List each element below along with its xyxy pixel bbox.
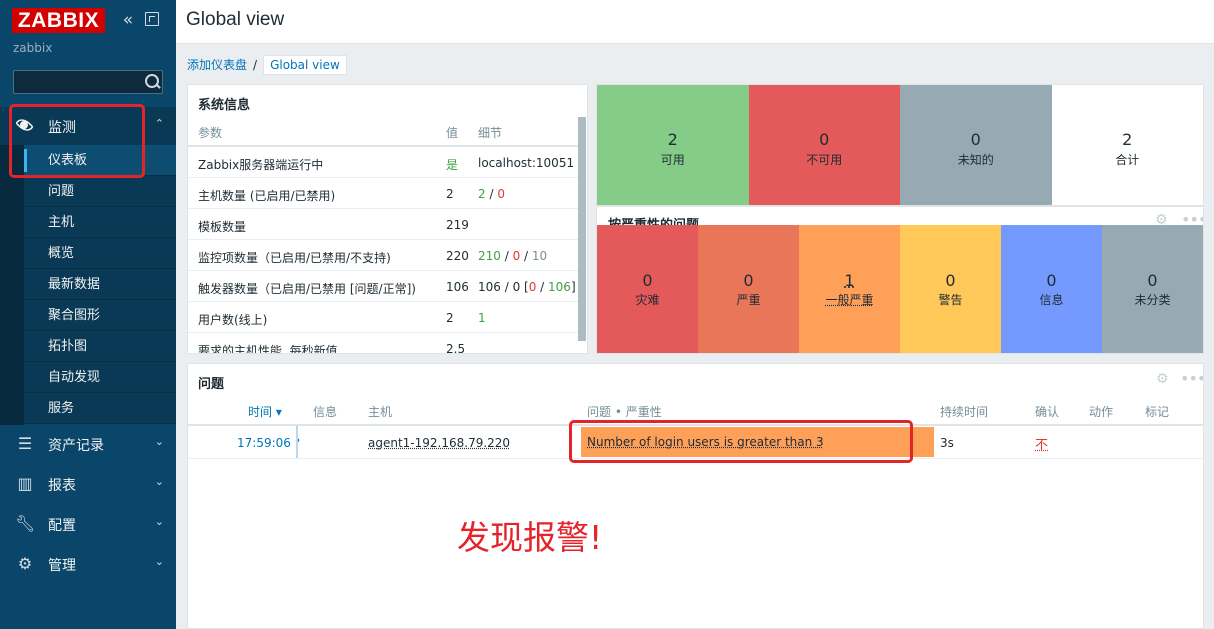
scrollbar[interactable] bbox=[578, 117, 586, 341]
column-header-detail: 细节 bbox=[478, 126, 503, 140]
zabbix-logo[interactable]: ZABBIX bbox=[12, 8, 105, 33]
system-info-table: 参数 值 细节 Zabbix服务器端运行中 是 localhost:10051 … bbox=[188, 115, 578, 353]
problem-time-link[interactable]: 17:59:06 bbox=[237, 436, 291, 450]
host-availability-unknown[interactable]: 0 未知的 bbox=[900, 85, 1052, 205]
menu-inventory[interactable]: ☰ 资产记录 ⌄ bbox=[0, 425, 176, 463]
gear-icon[interactable]: ⚙ bbox=[1156, 372, 1170, 386]
submenu-item-graphs[interactable]: 聚合图形 bbox=[24, 300, 176, 331]
kiosk-mode-icon[interactable] bbox=[145, 12, 159, 26]
menu-reports-label: 报表 bbox=[48, 478, 76, 494]
chevron-down-icon: ⌄ bbox=[154, 475, 164, 488]
submenu-item-services[interactable]: 服务 bbox=[24, 393, 176, 424]
table-row: 用户数(线上) 2 1 bbox=[188, 302, 578, 333]
severity-warning[interactable]: 0 警告 bbox=[900, 225, 1001, 353]
monitoring-submenu: 仪表板 问题 主机 概览 最新数据 聚合图形 拓扑图 自动发现 服务 bbox=[24, 145, 176, 424]
submenu-item-problems[interactable]: 问题 bbox=[24, 176, 176, 207]
severity-average[interactable]: 1 一般严重 bbox=[799, 225, 900, 353]
severity-not-classified[interactable]: 0 未分类 bbox=[1102, 225, 1203, 353]
table-row: 监控项数量（已启用/已禁用/不支持) 220 210 / 0 / 10 bbox=[188, 240, 578, 271]
submenu-item-dashboard[interactable]: 仪表板 bbox=[24, 145, 176, 176]
host-availability-widget: 2 可用 0 不可用 0 未知的 2 合计 bbox=[596, 84, 1204, 206]
column-header-value: 值 bbox=[446, 126, 459, 140]
chevron-down-icon: ⌄ bbox=[154, 435, 164, 448]
table-header: 参数 值 细节 bbox=[188, 115, 578, 147]
problem-duration: 3s bbox=[940, 436, 954, 450]
problems-by-severity-widget: 按严重性的问题 ⚙ ••• 0 灾难 0 严重 1 一般严重 0 警告 0 信息… bbox=[596, 206, 1204, 354]
page-header: Global view bbox=[176, 0, 1214, 44]
widget-title: 系统信息 bbox=[198, 98, 251, 113]
collapse-sidebar-icon[interactable]: « bbox=[119, 11, 137, 29]
table-row: 17:59:06 • agent1-192.168.79.220 Number … bbox=[188, 426, 1203, 459]
search-input[interactable] bbox=[13, 70, 163, 94]
page-title: Global view bbox=[186, 9, 285, 30]
severity-information[interactable]: 0 信息 bbox=[1001, 225, 1102, 353]
problem-timeline-bar bbox=[296, 426, 298, 458]
severity-high[interactable]: 0 严重 bbox=[698, 225, 799, 353]
severity-tiles: 0 灾难 0 严重 1 一般严重 0 警告 0 信息 0 未分类 bbox=[597, 225, 1203, 353]
chevron-down-icon: ⌄ bbox=[154, 555, 164, 568]
submenu-item-latest-data[interactable]: 最新数据 bbox=[24, 269, 176, 300]
problem-host-link[interactable]: agent1-192.168.79.220 bbox=[368, 436, 510, 450]
chevron-down-icon: ⌄ bbox=[154, 515, 164, 528]
gear-icon: ⚙ bbox=[17, 554, 33, 573]
search-icon[interactable] bbox=[145, 74, 161, 90]
bar-chart-icon: ▥ bbox=[17, 474, 33, 493]
column-header-duration: 持续时间 bbox=[940, 405, 989, 419]
server-name: zabbix bbox=[13, 41, 53, 55]
table-row: Zabbix服务器端运行中 是 localhost:10051 bbox=[188, 147, 578, 178]
table-header: 时间 ▾ 信息 主机 问题 • 严重性 持续时间 确认 动作 标记 bbox=[188, 396, 1203, 426]
problem-ack-link[interactable]: 不 bbox=[1035, 434, 1048, 453]
column-header-time[interactable]: 时间 ▾ bbox=[248, 403, 282, 420]
table-row: 触发器数量（已启用/已禁用 [问题/正常]) 106 106 / 0 [0 / … bbox=[188, 271, 578, 302]
table-row: 要求的主机性能, 每秒新值 2.5 bbox=[188, 333, 578, 353]
problems-widget: 问题 ⚙ ••• 时间 ▾ 信息 主机 问题 • 严重性 持续时间 确认 动作 … bbox=[187, 363, 1204, 629]
submenu-item-overview[interactable]: 概览 bbox=[24, 238, 176, 269]
system-info-widget: 系统信息 参数 值 细节 Zabbix服务器端运行中 是 localhost:1… bbox=[187, 84, 588, 354]
menu-monitoring[interactable]: 监测 ⌃ bbox=[0, 107, 176, 145]
wrench-icon: 🔧︎ bbox=[15, 514, 36, 533]
table-row: 主机数量 (已启用/已禁用) 2 2 / 0 bbox=[188, 178, 578, 209]
menu-administration-label: 管理 bbox=[48, 558, 76, 574]
menu-reports[interactable]: ▥ 报表 ⌄ bbox=[0, 465, 176, 503]
list-icon: ☰ bbox=[17, 434, 33, 453]
more-icon[interactable]: ••• bbox=[1181, 212, 1203, 228]
breadcrumb-add-dashboard[interactable]: 添加仪表盘 bbox=[187, 58, 247, 72]
widget-title: 问题 bbox=[198, 377, 225, 392]
column-header-host[interactable]: 主机 bbox=[368, 403, 392, 420]
breadcrumb-separator: / bbox=[253, 58, 258, 72]
severity-disaster[interactable]: 0 灾难 bbox=[597, 225, 698, 353]
menu-configuration[interactable]: 🔧︎ 配置 ⌄ bbox=[0, 505, 176, 543]
menu-configuration-label: 配置 bbox=[48, 518, 76, 534]
problem-name-link[interactable]: Number of login users is greater than 3 bbox=[587, 435, 824, 449]
column-header-problem[interactable]: 问题 • 严重性 bbox=[587, 403, 662, 420]
submenu-item-hosts[interactable]: 主机 bbox=[24, 207, 176, 238]
host-availability-unavailable[interactable]: 0 不可用 bbox=[748, 85, 900, 205]
annotation-text: 发现报警! bbox=[457, 518, 603, 557]
breadcrumb-current[interactable]: Global view bbox=[263, 55, 347, 75]
column-header-param: 参数 bbox=[198, 126, 223, 140]
column-header-ack: 确认 bbox=[1035, 405, 1060, 419]
column-header-tags: 标记 bbox=[1145, 405, 1170, 419]
more-icon[interactable]: ••• bbox=[1180, 371, 1203, 387]
menu-monitoring-label: 监测 bbox=[48, 120, 76, 136]
menu-administration[interactable]: ⚙ 管理 ⌄ bbox=[0, 545, 176, 583]
breadcrumb: 添加仪表盘 / Global view bbox=[187, 55, 347, 77]
submenu-item-maps[interactable]: 拓扑图 bbox=[24, 331, 176, 362]
sidebar: ZABBIX « zabbix 监测 ⌃ 仪表板 问题 主机 概览 最新数据 聚… bbox=[0, 0, 176, 629]
column-header-actions: 动作 bbox=[1089, 405, 1114, 419]
menu-inventory-label: 资产记录 bbox=[48, 438, 104, 454]
column-header-info: 信息 bbox=[313, 405, 338, 419]
chevron-up-icon: ⌃ bbox=[154, 117, 164, 130]
host-availability-available[interactable]: 2 可用 bbox=[597, 85, 749, 205]
submenu-item-discovery[interactable]: 自动发现 bbox=[24, 362, 176, 393]
host-availability-total[interactable]: 2 合计 bbox=[1051, 85, 1203, 205]
table-row: 模板数量 219 bbox=[188, 209, 578, 240]
